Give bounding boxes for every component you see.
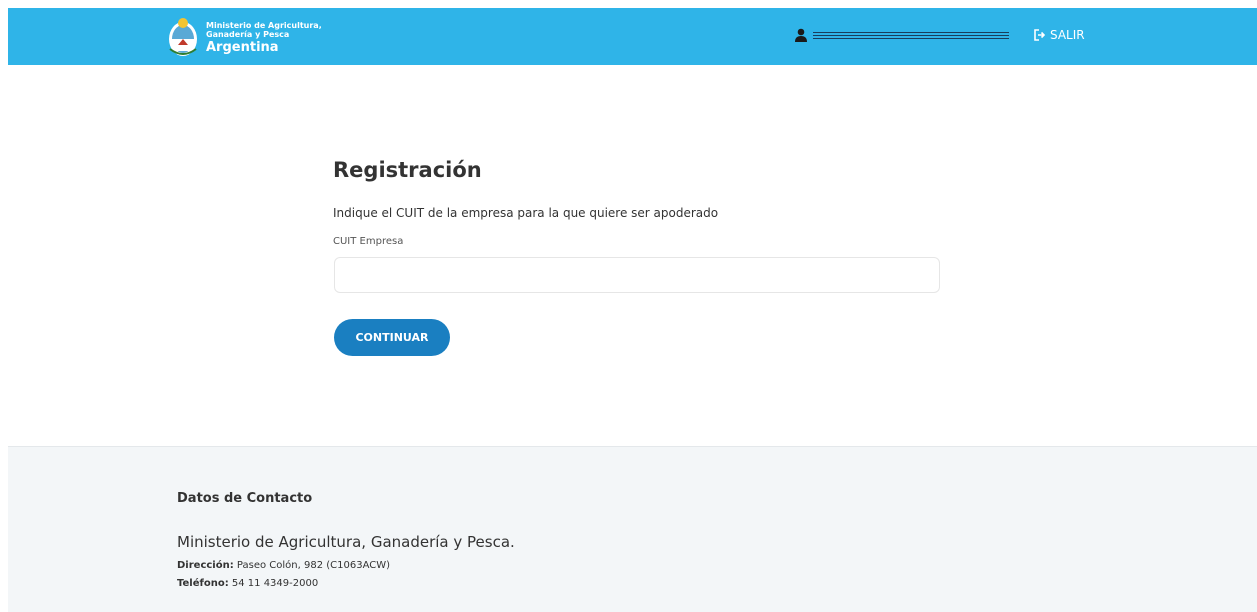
contact-heading: Datos de Contacto	[177, 491, 313, 506]
cuit-input[interactable]	[334, 257, 940, 293]
ministry-brand[interactable]: Ministerio de Agricultura, Ganadería y P…	[166, 12, 336, 62]
phone-label: Teléfono:	[177, 578, 229, 589]
brand-ministry-name: Ministerio de Agricultura, Ganadería y P…	[206, 20, 322, 39]
brand-country: Argentina	[206, 39, 279, 55]
logout-button[interactable]: SALIR	[1034, 25, 1085, 45]
contact-address: Dirección: Paseo Colón, 982 (C1063ACW)	[177, 560, 390, 571]
address-value: Paseo Colón, 982 (C1063ACW)	[236, 560, 391, 571]
user-name-redacted	[813, 30, 1009, 40]
user-account[interactable]	[795, 26, 1009, 44]
top-header-bar: Ministerio de Agricultura, Ganadería y P…	[8, 8, 1257, 65]
logout-icon	[1034, 29, 1046, 41]
redaction-line	[813, 38, 1009, 39]
footer: Datos de Contacto Ministerio de Agricult…	[8, 446, 1257, 612]
contact-phone: Teléfono: 54 11 4349-2000	[177, 578, 318, 589]
address-label: Dirección:	[177, 560, 234, 571]
logout-label: SALIR	[1050, 28, 1085, 42]
redaction-line	[813, 32, 1009, 33]
cuit-field-label: CUIT Empresa	[333, 236, 404, 247]
page-title: Registración	[333, 158, 482, 182]
phone-value: 54 11 4349-2000	[231, 578, 319, 589]
continue-button[interactable]: CONTINUAR	[334, 319, 450, 356]
user-icon	[795, 28, 807, 42]
instruction-text: Indique el CUIT de la empresa para la qu…	[333, 206, 719, 220]
redaction-line	[813, 35, 1009, 36]
coat-of-arms-icon	[169, 18, 197, 56]
contact-organization: Ministerio de Agricultura, Ganadería y P…	[177, 533, 515, 551]
